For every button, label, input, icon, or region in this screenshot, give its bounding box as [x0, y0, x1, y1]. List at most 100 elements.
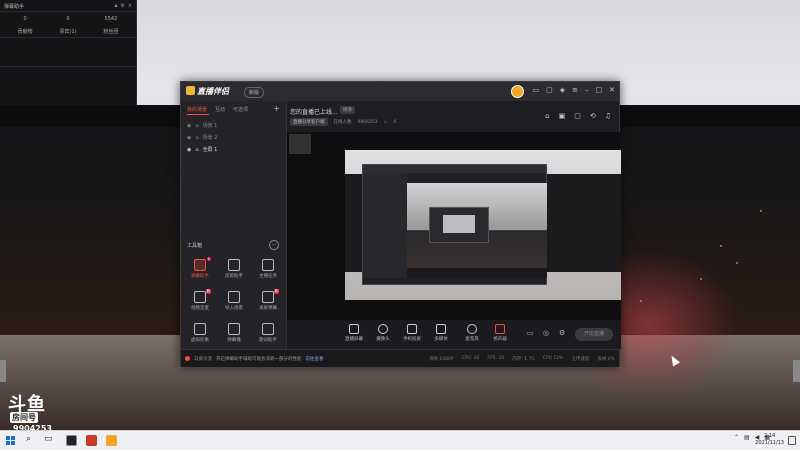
eye-icon[interactable]: ◎: [543, 329, 549, 337]
scene-item[interactable]: ◉ ⌂ 场景 1: [187, 122, 217, 130]
stat-value: 0: [23, 16, 27, 22]
tab-options[interactable]: 可选项: [233, 106, 248, 113]
taskbar: ⌕ ▭ ⌃ ▤ ◀ ▦ 2:14 2021/11/13: [0, 430, 800, 450]
divider: [0, 66, 136, 67]
tool-record[interactable]: 录屏弹幕新: [253, 289, 283, 311]
close-icon[interactable]: ×: [128, 3, 132, 9]
edit-title-button[interactable]: 修改: [340, 106, 355, 114]
eye-icon[interactable]: ◉: [187, 147, 191, 153]
stat-tab-vip[interactable]: 贵宾(1): [47, 28, 89, 35]
avatar-icon: [194, 323, 206, 335]
lock-icon[interactable]: ⌂: [195, 123, 198, 129]
status-link[interactable]: 前往查看: [306, 356, 324, 362]
windows-start-icon[interactable]: [6, 436, 15, 445]
tab-scenes[interactable]: 我的场景: [187, 106, 207, 113]
ember-spark: [640, 300, 642, 302]
message-icon[interactable]: ▭: [532, 86, 539, 94]
screen-capture-button[interactable]: 直播屏幕: [340, 324, 368, 342]
status-upload: 上传速度: [571, 357, 590, 362]
ember-spark: [760, 210, 762, 212]
speaker-button[interactable]: 扬声器: [486, 324, 514, 342]
record-icon: [262, 291, 274, 303]
menu-icon[interactable]: ≡: [572, 86, 578, 94]
record-video-icon[interactable]: ▭: [527, 329, 534, 337]
bell-icon[interactable]: ♫: [605, 112, 611, 120]
minimize-icon[interactable]: –: [585, 86, 589, 94]
tool-badge: 1: [206, 257, 211, 261]
settings-icon[interactable]: ⚙: [559, 329, 565, 337]
status-cpu-usage: CPU 12%: [542, 356, 564, 361]
tool-avatar[interactable]: 虚拟形象: [185, 323, 215, 343]
media-button[interactable]: 多媒体: [427, 324, 455, 342]
lock-icon[interactable]: ▣: [559, 112, 566, 120]
obs-app-icon[interactable]: [66, 435, 77, 446]
network-icon[interactable]: ▤: [744, 434, 750, 441]
side-handle[interactable]: [793, 360, 800, 382]
add-scene-button[interactable]: +: [273, 104, 280, 113]
category-pill[interactable]: 直播分享客户端: [290, 118, 328, 126]
microphone-button[interactable]: 麦克风: [458, 324, 486, 342]
stat-value: 0: [66, 16, 70, 22]
control-bar: 直播屏幕 摄像头 手机投屏 多媒体 麦克风 扬声器 ▭ ◎ ⚙ 开始直播: [287, 320, 621, 349]
scene-item[interactable]: ◉ ⌂ 全屏 1: [187, 146, 217, 154]
lyrics-icon: [262, 323, 274, 335]
close-icon[interactable]: ✕: [609, 86, 615, 94]
tool-lyrics[interactable]: 歌词助手: [253, 323, 283, 343]
tool-video-link[interactable]: 视频连麦新: [185, 289, 215, 311]
douyu-app-icon[interactable]: [106, 435, 117, 446]
lock-icon[interactable]: ⌂: [195, 147, 198, 153]
more-tools-button[interactable]: ⋯: [269, 240, 279, 250]
tray-up-icon[interactable]: ⌃: [734, 434, 739, 441]
taskbar-clock[interactable]: 2:14 2021/11/13: [755, 433, 784, 447]
clock-time: 2:14: [763, 433, 776, 439]
lock-icon[interactable]: ⌂: [195, 135, 198, 141]
eye-icon[interactable]: ◉: [187, 135, 191, 141]
tool-danmaku[interactable]: 弹幕助手 1: [185, 257, 215, 279]
side-handle[interactable]: [0, 360, 6, 382]
status-memory: 内存: 1.7G: [512, 357, 535, 362]
tool-badge: 新: [273, 289, 279, 294]
notification-icon[interactable]: [788, 436, 796, 445]
settings-icon[interactable]: ⚙: [120, 3, 124, 9]
box-icon[interactable]: ▢: [574, 112, 581, 120]
start-live-button[interactable]: 开始直播: [575, 328, 613, 341]
maximize-icon[interactable]: □: [596, 86, 603, 94]
version-pill[interactable]: 新版: [244, 87, 265, 98]
share-icon[interactable]: ⟲: [590, 112, 596, 120]
search-icon[interactable]: ⌕: [26, 434, 31, 444]
scene-item[interactable]: ◉ ⌂ 场景 2: [187, 134, 217, 142]
lock-icon[interactable]: 🔒︎: [115, 3, 118, 9]
user-avatar[interactable]: [511, 85, 524, 98]
stat-tab-fans[interactable]: 粉丝团: [90, 28, 132, 35]
gift-icon[interactable]: ⌂: [545, 112, 549, 120]
tool-admin[interactable]: 房管助手: [219, 259, 249, 279]
task-view-icon[interactable]: ▭: [44, 434, 53, 444]
status-tag: 马房引流: [194, 357, 212, 362]
stat-tab-contrib[interactable]: 贡献榜: [4, 28, 46, 35]
stat-panel-title: 弹幕助手: [4, 4, 25, 10]
stat-panel-controls: 🔒︎ ⚙ ×: [115, 3, 132, 9]
stream-preview[interactable]: [287, 132, 621, 320]
tool-import[interactable]: 导入场景: [219, 291, 249, 311]
phone-cast-button[interactable]: 手机投屏: [398, 324, 426, 342]
phone-icon: [407, 324, 417, 334]
camera-icon: [378, 324, 388, 334]
status-quality: 清晰 1080P: [428, 357, 454, 362]
tab-interact[interactable]: 互动: [215, 106, 225, 113]
task-icon: [262, 259, 274, 271]
screen-icon[interactable]: ▢: [546, 86, 553, 94]
main-toolbar-icons: ⌂ ▣ ▢ ⟲ ♫: [545, 112, 611, 120]
eye-icon[interactable]: ◉: [187, 123, 191, 129]
broadcast-icon: [228, 323, 240, 335]
live-meta: 直播分享客户端 在线人数 9904253 ♨ 0: [290, 118, 396, 126]
status-fps: FPS: 30: [487, 356, 505, 361]
stat-values-row: 0 0 5542: [4, 16, 132, 22]
live-companion-app-icon[interactable]: [86, 435, 97, 446]
gift-icon[interactable]: ◈: [560, 86, 565, 94]
tool-broadcast[interactable]: 弹幕播: [219, 323, 249, 343]
camera-button[interactable]: 摄像头: [369, 324, 397, 342]
douyu-watermark: 斗鱼 房间号 9904253: [8, 390, 52, 433]
nested-titlebar: [363, 165, 546, 173]
import-icon: [228, 291, 240, 303]
tool-task[interactable]: 主播任务: [253, 259, 283, 279]
